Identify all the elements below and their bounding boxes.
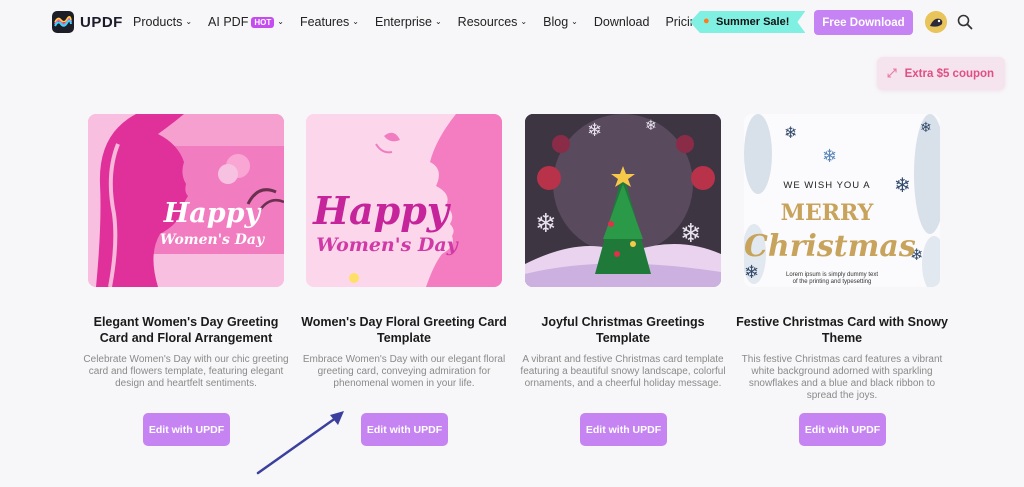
chevron-down-icon: ⌄ [352, 16, 359, 26]
menu-item-features[interactable]: Features ⌄ [300, 15, 359, 29]
card-description: Embrace Women's Day with our elegant flo… [302, 354, 506, 389]
card-title: Festive Christmas Card with Snowy Theme [736, 315, 948, 345]
expand-icon: ⤢ [887, 66, 897, 80]
thumb-subheading: Women's Day [159, 232, 265, 248]
flame-icon: ● [703, 15, 710, 27]
thumb-heading: Happy [313, 188, 449, 233]
menu-item-label: Features [299, 15, 350, 29]
thumb-small-text: Lorem ipsum is simply dummy text of the … [785, 272, 879, 285]
chevron-down-icon: ⌄ [520, 16, 528, 26]
thumb-subheading: Women's Day [316, 234, 458, 256]
updf-logo-icon [52, 11, 74, 33]
menu-item-download[interactable]: Download [594, 15, 650, 29]
svg-text:❄: ❄ [587, 120, 602, 141]
summer-sale-label: Summer Sale! [716, 16, 790, 28]
updf-logo[interactable]: UPDF [52, 11, 123, 33]
avatar[interactable] [925, 11, 947, 33]
chevron-down-icon: ⌄ [185, 16, 193, 26]
top-navigation: UPDF Products ⌄ AI PDF HOT ⌄ Features ⌄ Ent… [0, 0, 1024, 46]
annotation-arrow-icon [256, 411, 344, 475]
svg-text:❄: ❄ [645, 118, 657, 134]
menu-item-products[interactable]: Products ⌄ [133, 15, 192, 29]
menu-item-label: Products [133, 15, 183, 29]
edit-with-updf-button[interactable]: Edit with UPDF [361, 413, 448, 446]
edit-with-updf-button[interactable]: Edit with UPDF [580, 413, 667, 446]
template-thumbnail[interactable]: Happy Women's Day [88, 114, 284, 287]
thumb-greeting: WE WISH YOU A [783, 180, 871, 191]
menu-item-label: Download [593, 15, 650, 29]
card-title: Women's Day Floral Greeting Card Templat… [301, 315, 507, 345]
chevron-down-icon: ⌄ [277, 16, 284, 26]
menu-item-label: Enterprise [374, 15, 432, 29]
hot-badge: HOT [251, 16, 275, 28]
thumb-heading: Happy [163, 198, 261, 229]
brand-name: UPDF [80, 13, 123, 31]
thumb-subheading: Christmas [744, 229, 916, 264]
menu-item-label: Resources [457, 15, 518, 29]
menu-item-ai-pdf[interactable]: AI PDF HOT ⌄ [208, 15, 284, 29]
menu-item-blog[interactable]: Blog ⌄ [543, 15, 578, 29]
card-description: Celebrate Women's Day with our chic gree… [83, 354, 289, 389]
template-thumbnail[interactable]: ❄ ❄ ❄ ❄ ❄ ❄ WE WISH YOU A MERRY Christma… [744, 114, 940, 287]
svg-text:❄: ❄ [784, 123, 797, 142]
search-icon[interactable] [957, 14, 973, 30]
summer-sale-banner[interactable]: ● Summer Sale! [690, 11, 805, 33]
template-thumbnail[interactable]: ❄ ❄ ❄ ❄ [525, 114, 721, 287]
edit-with-updf-button[interactable]: Edit with UPDF [143, 413, 230, 446]
svg-text:❄: ❄ [744, 262, 759, 283]
coupon-badge[interactable]: ⤢ Extra $5 coupon [877, 57, 1005, 90]
menu-item-label: AI PDF [208, 15, 249, 29]
christmas-tree-artwork: ❄ ❄ ❄ ❄ [525, 114, 721, 287]
edit-with-updf-button[interactable]: Edit with UPDF [799, 413, 886, 446]
main-menu: Products ⌄ AI PDF HOT ⌄ Features ⌄ Enterpri… [133, 15, 720, 29]
free-download-button[interactable]: Free Download [814, 10, 913, 35]
svg-text:❄: ❄ [680, 219, 702, 249]
chevron-down-icon: ⌄ [571, 16, 578, 26]
menu-item-resources[interactable]: Resources ⌄ [458, 15, 527, 29]
svg-text:❄: ❄ [920, 120, 932, 136]
svg-text:❄: ❄ [535, 209, 557, 239]
coupon-label: Extra $5 coupon [904, 67, 995, 80]
card-description: This festive Christmas card features a v… [741, 354, 943, 401]
menu-item-enterprise[interactable]: Enterprise ⌄ [375, 15, 442, 29]
chevron-down-icon: ⌄ [434, 16, 442, 26]
card-description: A vibrant and festive Christmas card tem… [520, 354, 726, 389]
card-title: Joyful Christmas Greetings Template [541, 315, 705, 345]
card-title: Elegant Women's Day Greeting Card and Fl… [93, 315, 279, 345]
template-thumbnail[interactable]: Happy Women's Day [306, 114, 502, 287]
thumb-heading: MERRY [780, 200, 874, 226]
svg-text:❄: ❄ [822, 146, 837, 167]
menu-item-label: Blog [543, 15, 569, 29]
